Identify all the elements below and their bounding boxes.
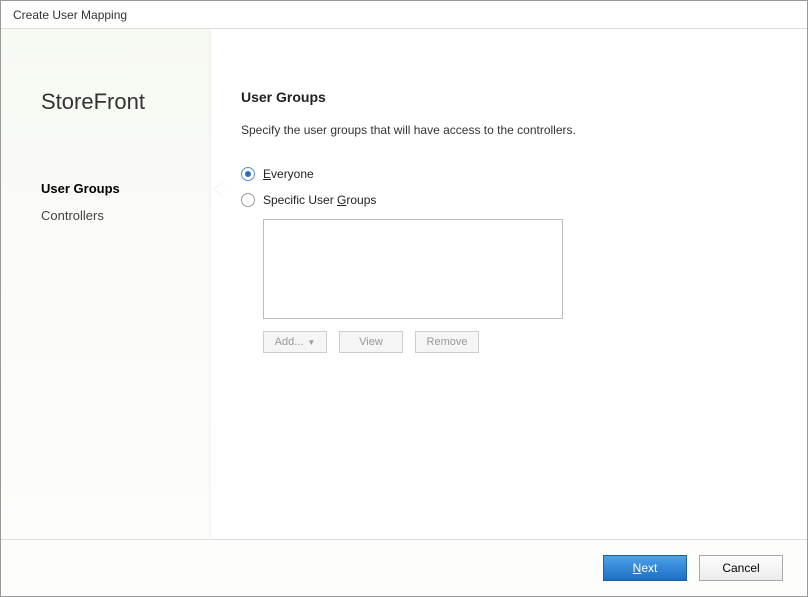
add-button[interactable]: Add... ▼ bbox=[263, 331, 327, 353]
view-button[interactable]: View bbox=[339, 331, 403, 353]
radio-specific-row[interactable]: Specific User Groups bbox=[241, 193, 767, 207]
radio-everyone-row[interactable]: Everyone bbox=[241, 167, 767, 181]
remove-button[interactable]: Remove bbox=[415, 331, 479, 353]
next-button[interactable]: Next bbox=[603, 555, 687, 581]
product-title: StoreFront bbox=[41, 89, 211, 115]
radio-specific[interactable] bbox=[241, 193, 255, 207]
radio-everyone[interactable] bbox=[241, 167, 255, 181]
radio-specific-label: Specific User Groups bbox=[263, 193, 376, 207]
sidebar-item-controllers[interactable]: Controllers bbox=[41, 202, 211, 229]
wizard-sidebar: StoreFront User Groups Controllers bbox=[1, 29, 211, 539]
page-heading: User Groups bbox=[241, 89, 767, 105]
radio-everyone-label: Everyone bbox=[263, 167, 314, 181]
listbox-button-row: Add... ▼ View Remove bbox=[263, 331, 767, 353]
sidebar-item-label: User Groups bbox=[41, 181, 120, 196]
dialog-footer: Next Cancel bbox=[1, 539, 807, 596]
dialog-content: StoreFront User Groups Controllers User … bbox=[1, 29, 807, 539]
chevron-down-icon: ▼ bbox=[307, 338, 315, 347]
window-title: Create User Mapping bbox=[13, 8, 127, 22]
user-groups-listbox[interactable] bbox=[263, 219, 563, 319]
page-description: Specify the user groups that will have a… bbox=[241, 123, 767, 137]
wizard-page: User Groups Specify the user groups that… bbox=[211, 29, 807, 539]
window-titlebar: Create User Mapping bbox=[1, 1, 807, 29]
sidebar-item-label: Controllers bbox=[41, 208, 104, 223]
cancel-button[interactable]: Cancel bbox=[699, 555, 783, 581]
sidebar-item-user-groups[interactable]: User Groups bbox=[41, 175, 211, 202]
